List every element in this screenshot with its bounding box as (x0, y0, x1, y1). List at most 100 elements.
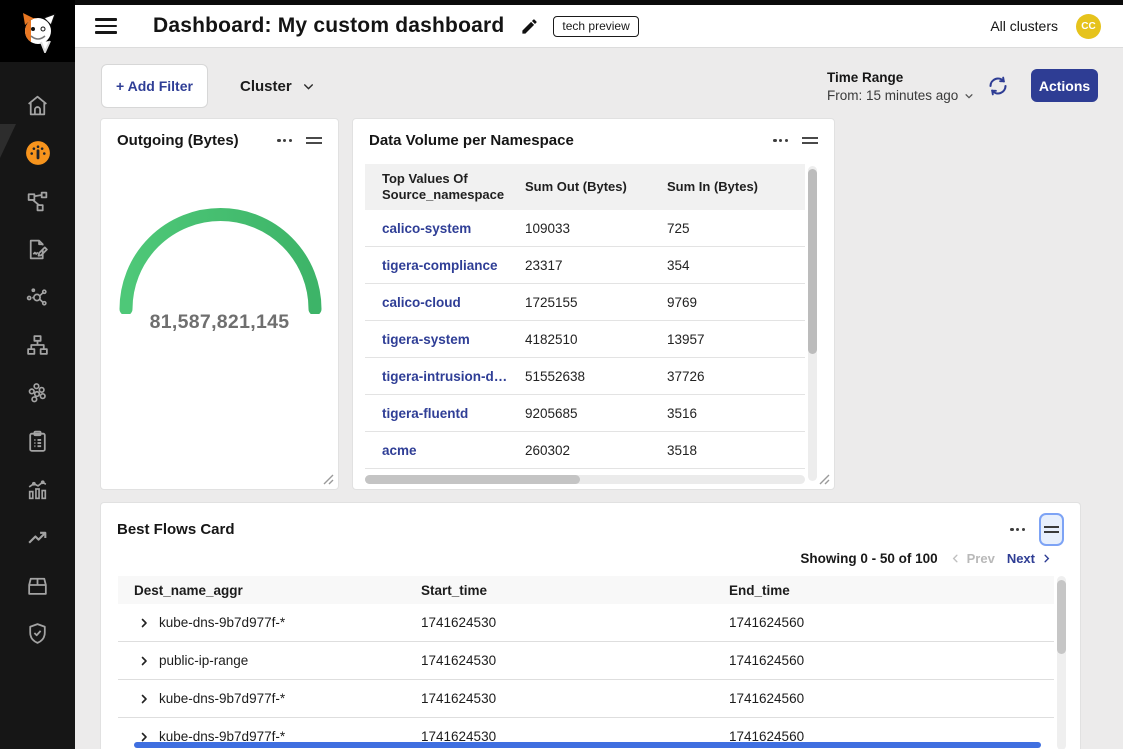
sum-in-value: 9769 (667, 295, 805, 310)
node-cluster-icon[interactable] (25, 380, 51, 406)
dest-name-cell: kube-dns-9b7d977f-* (118, 615, 421, 630)
namespace-link[interactable]: tigera-system (365, 332, 525, 347)
topology-icon[interactable] (25, 188, 51, 214)
data-volume-card: Data Volume per Namespace Top Values Of … (352, 118, 835, 490)
namespace-link[interactable]: tigera-intrusion-d… (365, 369, 525, 384)
gauge-chart (117, 208, 324, 314)
sum-out-value: 109033 (525, 221, 667, 236)
actions-button[interactable]: Actions (1031, 69, 1098, 102)
horizontal-scrollbar-blue[interactable] (134, 742, 1041, 748)
report-edit-icon[interactable] (25, 236, 51, 262)
expand-row-chevron-icon[interactable] (138, 655, 150, 667)
prev-button[interactable]: Prev (950, 551, 995, 566)
gauge-value: 81,587,821,145 (101, 311, 338, 334)
table-header-row: Top Values Of Source_namespace Sum Out (… (365, 164, 805, 210)
namespace-link[interactable]: acme (365, 443, 525, 458)
dest-name-value: public-ip-range (159, 653, 248, 668)
clipboard-icon[interactable] (25, 428, 51, 454)
column-header[interactable]: Top Values Of Source_namespace (365, 171, 525, 204)
table-row: kube-dns-9b7d977f-*17416245301741624560 (118, 604, 1054, 642)
namespace-link[interactable]: calico-system (365, 221, 525, 236)
column-header[interactable]: Dest_name_aggr (118, 583, 421, 598)
sum-out-value: 9205685 (525, 406, 667, 421)
sum-out-value: 51552638 (525, 369, 667, 384)
table-row: tigera-compliance23317354 (365, 247, 805, 284)
next-button[interactable]: Next (1007, 551, 1052, 566)
outgoing-bytes-card: Outgoing (Bytes) 81,587,821,145 (100, 118, 339, 490)
card-drag-handle-icon[interactable] (802, 134, 818, 148)
page-title: Dashboard: My custom dashboard (153, 14, 504, 38)
expand-row-chevron-icon[interactable] (138, 617, 150, 629)
bar-chart-icon[interactable] (25, 476, 51, 502)
package-box-icon[interactable] (25, 572, 51, 598)
add-filter-button[interactable]: + Add Filter (101, 64, 208, 108)
cluster-dropdown[interactable]: Cluster (240, 64, 315, 108)
dashboard-gauge-icon[interactable] (25, 140, 51, 166)
calico-logo[interactable] (0, 0, 75, 62)
resize-grip-icon[interactable] (819, 474, 830, 485)
sum-out-value: 1725155 (525, 295, 667, 310)
column-header[interactable]: End_time (729, 583, 1054, 598)
hamburger-menu-icon[interactable] (95, 18, 117, 34)
refresh-icon[interactable] (986, 74, 1010, 98)
end-time-value: 1741624560 (729, 615, 1054, 630)
chevron-left-icon (950, 553, 961, 564)
best-flows-card: Best Flows Card Showing 0 - 50 of 100 Pr… (100, 502, 1081, 749)
sidebar (0, 0, 75, 749)
time-range-value[interactable]: From: 15 minutes ago (827, 88, 974, 103)
card-menu-icon[interactable] (277, 135, 292, 146)
cluster-dropdown-label: Cluster (240, 78, 292, 95)
sum-in-value: 3518 (667, 443, 805, 458)
sum-in-value: 3516 (667, 406, 805, 421)
trend-arrow-icon[interactable] (25, 524, 51, 550)
expand-row-chevron-icon[interactable] (138, 731, 150, 743)
card-menu-icon[interactable] (1010, 524, 1025, 535)
sum-out-value: 23317 (525, 258, 667, 273)
data-volume-table-body: calico-system109033725tigera-compliance2… (365, 210, 805, 469)
edit-pencil-icon[interactable] (520, 17, 539, 36)
vertical-scrollbar[interactable] (808, 166, 817, 481)
resize-grip-icon[interactable] (323, 474, 334, 485)
card-drag-handle-icon[interactable] (306, 134, 322, 148)
table-row: public-ip-range17416245301741624560 (118, 642, 1054, 680)
vertical-scrollbar[interactable] (1057, 576, 1066, 749)
expand-row-chevron-icon[interactable] (138, 693, 150, 705)
sum-out-value: 260302 (525, 443, 667, 458)
card-title: Best Flows Card (117, 521, 235, 538)
table-row: tigera-fluentd92056853516 (365, 395, 805, 432)
table-header-row: Dest_name_aggr Start_time End_time (118, 576, 1054, 604)
table-row: calico-system109033725 (365, 210, 805, 247)
dest-name-cell: kube-dns-9b7d977f-* (118, 691, 421, 706)
org-chart-icon[interactable] (25, 332, 51, 358)
card-title: Data Volume per Namespace (369, 132, 574, 149)
horizontal-scrollbar[interactable] (365, 475, 805, 484)
card-drag-handle-focused[interactable] (1039, 513, 1064, 546)
card-title: Outgoing (Bytes) (117, 132, 239, 149)
table-row: acme2603023518 (365, 432, 805, 469)
column-header[interactable]: Sum Out (Bytes) (525, 179, 667, 195)
namespace-link[interactable]: tigera-fluentd (365, 406, 525, 421)
card-menu-icon[interactable] (773, 135, 788, 146)
namespace-link[interactable]: calico-cloud (365, 295, 525, 310)
start-time-value: 1741624530 (421, 691, 729, 706)
data-volume-table: Top Values Of Source_namespace Sum Out (… (365, 164, 805, 469)
column-header[interactable]: Sum In (Bytes) (667, 179, 805, 195)
molecule-icon[interactable] (25, 284, 51, 310)
time-range: Time Range From: 15 minutes ago (827, 70, 974, 103)
chevron-down-icon (964, 91, 974, 101)
tech-preview-badge: tech preview (553, 16, 638, 37)
chevron-right-icon (1041, 553, 1052, 564)
dest-name-value: kube-dns-9b7d977f-* (159, 615, 285, 630)
app-header: Dashboard: My custom dashboard tech prev… (75, 5, 1123, 48)
all-clusters-selector[interactable]: All clusters (990, 18, 1058, 34)
table-row: tigera-system418251013957 (365, 321, 805, 358)
best-flows-table: Dest_name_aggr Start_time End_time kube-… (118, 576, 1054, 749)
shield-check-icon[interactable] (25, 620, 51, 646)
dest-name-cell: public-ip-range (118, 653, 421, 668)
home-icon[interactable] (25, 92, 51, 118)
namespace-link[interactable]: tigera-compliance (365, 258, 525, 273)
end-time-value: 1741624560 (729, 653, 1054, 668)
chevron-down-icon (302, 80, 315, 93)
avatar[interactable]: CC (1076, 14, 1101, 39)
column-header[interactable]: Start_time (421, 583, 729, 598)
